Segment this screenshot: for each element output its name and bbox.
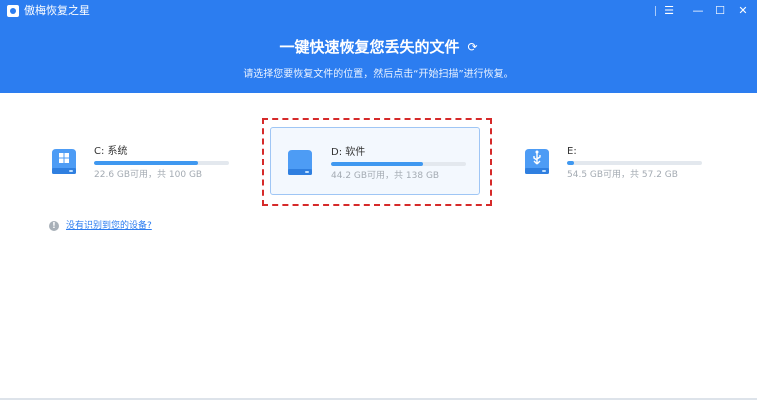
info-icon: ! [49, 221, 59, 231]
app-window: 傲梅恢复之星 ☰ — ☐ ✕ 一键快速恢复您丢失的文件 ⟳ 请选择您要恢复文件的位… [0, 0, 757, 400]
instruction-text: 请选择您要恢复文件的位置，然后点击“开始扫描”进行恢复。 [243, 69, 514, 80]
menu-icon[interactable]: ☰ [661, 3, 677, 19]
maximize-button[interactable]: ☐ [712, 3, 728, 19]
drive-name: C: 系统 [94, 146, 128, 157]
drive-card-c[interactable]: C: 系统 22.6 GB可用，共 100 GB [49, 131, 249, 191]
drive-capacity: 54.5 GB可用，共 57.2 GB [567, 170, 678, 180]
selection-highlight [262, 118, 492, 206]
usage-bar-fill [567, 161, 574, 165]
page-headline: 一键快速恢复您丢失的文件 ⟳ [0, 37, 757, 57]
title-bar: 傲梅恢复之星 ☰ — ☐ ✕ [0, 0, 757, 22]
headline-text: 一键快速恢复您丢失的文件 [279, 38, 460, 56]
usage-bar [567, 161, 702, 165]
app-title: 傲梅恢复之星 [24, 4, 90, 17]
drive-name: E: [567, 146, 577, 157]
header-banner: 傲梅恢复之星 ☰ — ☐ ✕ 一键快速恢复您丢失的文件 ⟳ 请选择您要恢复文件的位… [0, 0, 757, 93]
refresh-icon[interactable]: ⟳ [467, 37, 477, 57]
minimize-button[interactable]: — [690, 3, 706, 19]
app-logo-icon [7, 5, 19, 17]
drive-card-e[interactable]: E: 54.5 GB可用，共 57.2 GB [522, 131, 722, 191]
drive-capacity: 22.6 GB可用，共 100 GB [94, 170, 203, 180]
close-button[interactable]: ✕ [735, 3, 751, 19]
titlebar-divider [655, 6, 656, 16]
usage-bar [94, 161, 229, 165]
usage-bar-fill [94, 161, 198, 165]
usb-drive-icon [525, 149, 549, 174]
device-not-found-link[interactable]: 没有识别到您的设备? [66, 220, 152, 232]
windows-drive-icon [52, 149, 76, 174]
